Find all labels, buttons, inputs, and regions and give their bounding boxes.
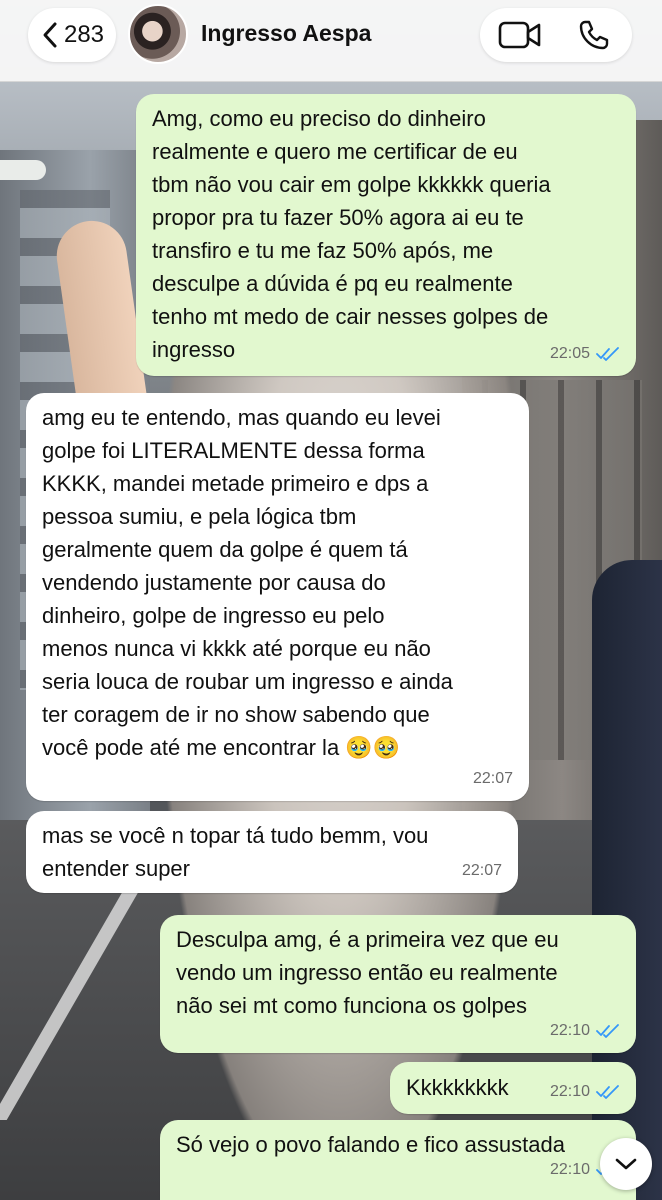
contact-avatar[interactable] (128, 4, 188, 64)
message-outgoing[interactable]: Amg, como eu preciso do dinheiro realmen… (136, 94, 636, 376)
message-text: amg eu te entendo, mas quando eu levei g… (42, 405, 453, 760)
message-outgoing[interactable]: Desculpa amg, é a primeira vez que eu ve… (160, 915, 636, 1053)
message-meta: 22:07 (462, 854, 502, 887)
double-check-icon (596, 1023, 619, 1038)
message-time: 22:07 (461, 862, 502, 879)
chat-header: 283 Ingresso Aespa (0, 0, 662, 82)
message-time: 22:10 (549, 1161, 590, 1178)
video-camera-icon[interactable] (498, 20, 542, 50)
message-incoming[interactable]: amg eu te entendo, mas quando eu levei g… (26, 393, 529, 801)
call-actions (480, 8, 632, 62)
double-check-icon (596, 1084, 619, 1099)
message-text: Desculpa amg, é a primeira vez que eu ve… (176, 927, 559, 1018)
back-button[interactable]: 283 (28, 8, 116, 62)
message-time: 22:10 (549, 1083, 590, 1100)
message-outgoing[interactable]: Só vejo o povo falando e fico assustada … (160, 1120, 636, 1200)
message-time: 22:10 (549, 1022, 590, 1039)
message-text: mas se você n topar tá tudo bemm, vou en… (42, 823, 429, 881)
message-text: Amg, como eu preciso do dinheiro realmen… (152, 106, 551, 362)
message-incoming[interactable]: mas se você n topar tá tudo bemm, vou en… (26, 811, 518, 893)
message-time: 22:07 (472, 770, 513, 787)
chevron-down-icon (615, 1158, 637, 1170)
message-meta: 22:10 (550, 1014, 620, 1047)
message-outgoing[interactable]: Kkkkkkkkk 22:10 (390, 1062, 636, 1114)
double-check-icon (596, 346, 619, 361)
chevron-left-icon (43, 22, 57, 48)
scroll-to-bottom-button[interactable] (600, 1138, 652, 1190)
message-meta: 22:05 (550, 337, 620, 370)
contact-name[interactable]: Ingresso Aespa (201, 20, 371, 47)
message-meta: 22:07 (473, 762, 513, 795)
message-meta: 22:10 (550, 1075, 620, 1108)
unread-count: 283 (63, 21, 105, 48)
message-time: 22:05 (549, 345, 590, 362)
wallpaper-lamp (0, 160, 46, 180)
phone-icon[interactable] (578, 19, 610, 51)
